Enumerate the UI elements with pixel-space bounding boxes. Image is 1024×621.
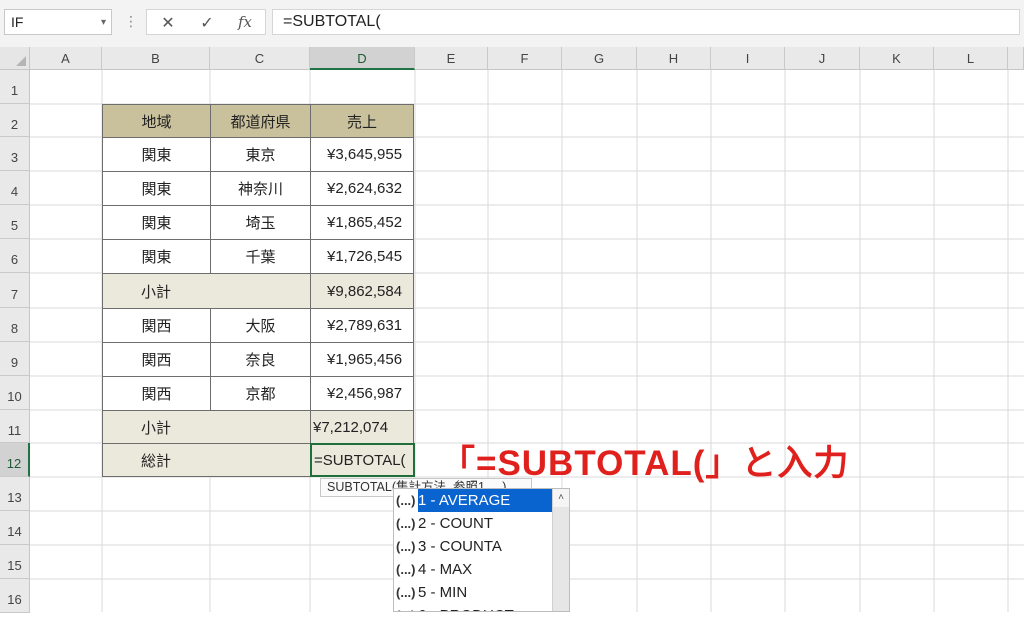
row-header-10[interactable]: 10 <box>0 376 30 410</box>
name-box-value: IF <box>11 14 24 30</box>
column-header-g[interactable]: G <box>562 47 637 70</box>
scroll-up-icon[interactable]: ˄ <box>553 489 569 507</box>
autocomplete-item[interactable]: (...)6 - PRODUCT <box>394 604 552 611</box>
cell-prefecture[interactable]: 京都 <box>210 376 311 411</box>
select-all-corner[interactable] <box>0 47 30 70</box>
column-header-l[interactable]: L <box>934 47 1008 70</box>
autocomplete-item-label: 1 - AVERAGE <box>418 489 552 512</box>
subtotal-label[interactable]: 小計 <box>102 273 311 309</box>
autocomplete-item[interactable]: (...) 4 - MAX <box>394 558 552 581</box>
more-options-icon[interactable]: ⋮ <box>124 12 138 30</box>
autocomplete-item[interactable]: (...) 3 - COUNTA <box>394 535 552 558</box>
cell-sales[interactable]: ¥1,965,456 <box>310 342 414 377</box>
column-header-h[interactable]: H <box>637 47 711 70</box>
argument-icon: (...) <box>396 516 416 531</box>
cell-region[interactable]: 関西 <box>102 342 211 377</box>
autocomplete-scrollbar[interactable]: ˄ <box>552 489 569 611</box>
header-prefecture[interactable]: 都道府県 <box>210 104 311 138</box>
cell-region[interactable]: 関東 <box>102 239 211 274</box>
cell-region[interactable]: 関西 <box>102 308 211 343</box>
row-header-3[interactable]: 3 <box>0 137 30 171</box>
subtotal-label[interactable]: 小計 <box>102 410 311 444</box>
header-region[interactable]: 地域 <box>102 104 211 138</box>
formula-input[interactable]: =SUBTOTAL( <box>272 9 1020 35</box>
column-header-partial[interactable] <box>1008 47 1024 70</box>
cancel-icon[interactable]: ✕ <box>156 13 180 33</box>
cell-prefecture[interactable]: 大阪 <box>210 308 311 343</box>
autocomplete-item-label: 3 - COUNTA <box>418 538 502 555</box>
autocomplete-item-label: 2 - COUNT <box>418 515 493 532</box>
autocomplete-item[interactable]: (...) 1 - AVERAGE <box>394 489 552 512</box>
cell-sales[interactable]: ¥1,865,452 <box>310 205 414 240</box>
column-header-f[interactable]: F <box>488 47 562 70</box>
argument-icon: (...) <box>396 493 416 508</box>
row-header-12[interactable]: 12 <box>0 443 30 477</box>
cell-region[interactable]: 関西 <box>102 376 211 411</box>
autocomplete-item-label: 6 - PRODUCT <box>418 604 514 611</box>
column-header-b[interactable]: B <box>102 47 210 70</box>
cell-prefecture[interactable]: 奈良 <box>210 342 311 377</box>
row-header-5[interactable]: 5 <box>0 205 30 239</box>
insert-function-icon[interactable]: fx <box>233 13 257 31</box>
cell-sales[interactable]: ¥2,789,631 <box>310 308 414 343</box>
enter-icon[interactable]: ✓ <box>195 13 219 33</box>
column-header-a[interactable]: A <box>30 47 102 70</box>
cell-region[interactable]: 関東 <box>102 171 211 206</box>
column-header-j[interactable]: J <box>785 47 860 70</box>
row-header-9[interactable]: 9 <box>0 342 30 376</box>
cell-sales[interactable]: ¥2,456,987 <box>310 376 414 411</box>
autocomplete-item-label: 4 - MAX <box>418 561 473 578</box>
cell-region[interactable]: 関東 <box>102 137 211 172</box>
column-header-d[interactable]: D <box>310 47 415 70</box>
cell-prefecture[interactable]: 神奈川 <box>210 171 311 206</box>
argument-icon: (...) <box>396 539 416 554</box>
argument-icon: (...) <box>396 585 416 600</box>
column-header-i[interactable]: I <box>711 47 785 70</box>
formula-buttons: ✕ ✓ fx <box>146 9 266 35</box>
autocomplete-item[interactable]: (...) 2 - COUNT <box>394 512 552 535</box>
column-header-c[interactable]: C <box>210 47 310 70</box>
row-header-2[interactable]: 2 <box>0 104 30 137</box>
row-header-16[interactable]: 16 <box>0 579 30 613</box>
argument-icon: (...) <box>396 562 416 577</box>
autocomplete-item[interactable]: (...) 5 - MIN <box>394 581 552 604</box>
formula-text: =SUBTOTAL( <box>283 13 381 30</box>
cell-region[interactable]: 関東 <box>102 205 211 240</box>
autocomplete-item-label: 5 - MIN <box>418 584 468 601</box>
annotation-text: 「=SUBTOTAL(」と入力 <box>440 444 850 483</box>
row-header-6[interactable]: 6 <box>0 239 30 273</box>
name-box[interactable]: IF ▾ <box>4 9 112 35</box>
row-header-7[interactable]: 7 <box>0 273 30 308</box>
row-header-15[interactable]: 15 <box>0 545 30 579</box>
cell-sales[interactable]: ¥2,624,632 <box>310 171 414 206</box>
row-header-8[interactable]: 8 <box>0 308 30 342</box>
formula-bar: IF ▾ ⋮ ✕ ✓ fx =SUBTOTAL( <box>0 0 1024 47</box>
row-header-11[interactable]: 11 <box>0 410 30 443</box>
header-sales[interactable]: 売上 <box>310 104 414 138</box>
argument-icon: (...) <box>394 604 418 611</box>
total-label[interactable]: 総計 <box>102 443 311 477</box>
row-header-14[interactable]: 14 <box>0 511 30 545</box>
row-header-13[interactable]: 13 <box>0 477 30 511</box>
cell-prefecture[interactable]: 東京 <box>210 137 311 172</box>
row-header-4[interactable]: 4 <box>0 171 30 205</box>
autocomplete-list: (...) 1 - AVERAGE (...) 2 - COUNT (...) 3 -… <box>393 488 570 612</box>
subtotal-sales[interactable]: ¥7,212,074 <box>310 410 414 444</box>
active-cell-total[interactable]: =SUBTOTAL( <box>310 443 415 477</box>
subtotal-sales[interactable]: ¥9,862,584 <box>310 273 414 309</box>
chevron-down-icon[interactable]: ▾ <box>101 17 106 28</box>
cell-sales[interactable]: ¥3,645,955 <box>310 137 414 172</box>
cell-prefecture[interactable]: 埼玉 <box>210 205 311 240</box>
cell-prefecture[interactable]: 千葉 <box>210 239 311 274</box>
column-header-k[interactable]: K <box>860 47 934 70</box>
row-header-1[interactable]: 1 <box>0 70 30 104</box>
cell-sales[interactable]: ¥1,726,545 <box>310 239 414 274</box>
column-header-e[interactable]: E <box>415 47 488 70</box>
